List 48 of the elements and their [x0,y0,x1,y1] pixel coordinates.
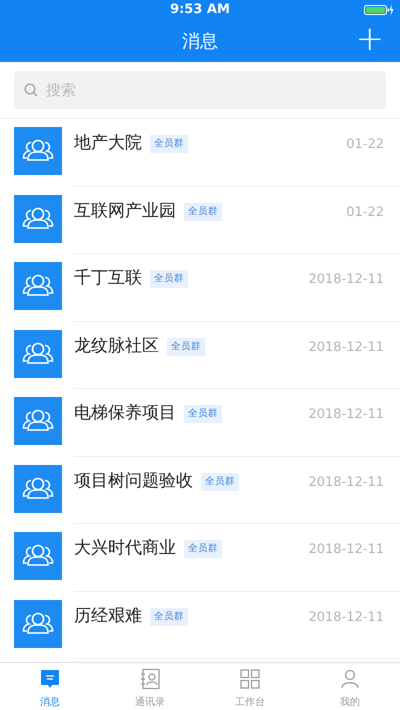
conversation-row[interactable]: 互联网产业园 全员群 01-22 [0,186,400,254]
group-avatar [14,532,62,580]
conversation-date: 2018-12-11 [308,406,384,424]
group-tag: 全员群 [184,405,222,424]
conversation-row[interactable]: 大兴时代商业 全员群 2018-12-11 [0,524,400,592]
group-tag: 全员群 [201,472,239,491]
group-tag: 全员群 [184,540,222,558]
conversation-row[interactable]: 地产大院 全员群 01-22 [0,119,400,186]
conversation-name: 项目树问题验收 [74,470,193,492]
conversation-date: 2018-12-11 [308,271,384,289]
group-avatar [14,194,62,242]
conversation-date: 2018-12-11 [308,541,384,559]
page-title: 消息 [182,30,218,54]
tab-item[interactable]: 消息 [0,663,100,710]
group-avatar [14,262,62,310]
conversation-date: 2018-12-11 [308,338,384,356]
contact-card-icon [138,667,162,691]
conversation-name: 龙纹脉社区 [74,334,159,358]
group-avatar [14,330,62,378]
conversation-date: 01-22 [346,136,384,154]
group-avatar [14,600,62,648]
group-avatar [14,397,62,445]
grid-icon [238,667,262,691]
conversation-name: 地产大院 [74,132,142,155]
battery-icon [364,4,394,16]
group-avatar [14,127,62,175]
conversation-date: 2018-12-11 [308,608,384,626]
add-button[interactable]: + [352,22,388,56]
group-tag: 全员群 [184,202,222,221]
group-avatar [14,464,62,512]
conversation-date: 2018-12-11 [308,474,384,492]
group-tag: 全员群 [150,608,188,626]
conversation-name: 互联网产业园 [74,200,176,222]
conversation-name: 历经艰难 [74,604,142,628]
group-tag: 全员群 [167,338,205,356]
group-tag: 全员群 [150,135,188,154]
status-time: 9:53 AM [170,1,230,20]
conversation-name: 电梯保养项目 [74,402,176,425]
conversation-name: 大兴时代商业 [74,537,176,560]
group-tag: 全员群 [150,270,188,288]
conversation-name: 千丁互联 [74,267,142,290]
conversation-row[interactable]: 历经艰难 全员群 2018-12-11 [0,592,400,659]
conversation-row[interactable]: 千丁互联 全员群 2018-12-11 [0,254,400,322]
conversation-row[interactable]: 电梯保养项目 全员群 2018-12-11 [0,389,400,456]
search-icon [24,83,38,97]
conversation-date: 01-22 [346,204,384,222]
conversation-row[interactable]: 龙纹脉社区 全员群 2018-12-11 [0,322,400,389]
conversation-row[interactable]: 项目树问题验收 全员群 2018-12-11 [0,456,400,524]
